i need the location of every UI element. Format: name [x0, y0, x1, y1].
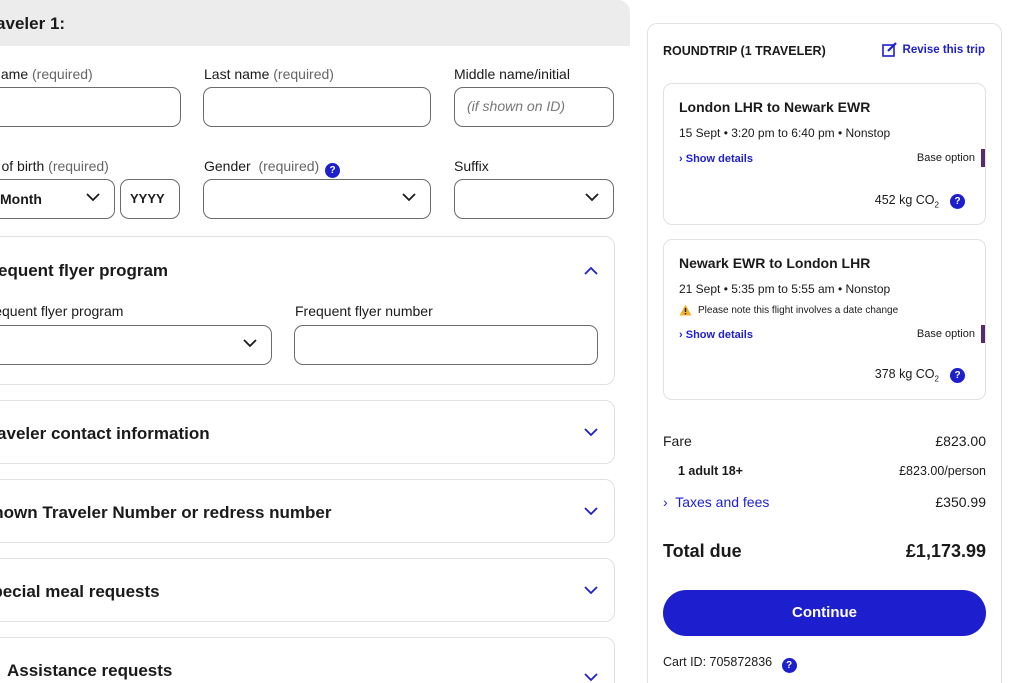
frequent-flyer-card: Frequent flyer program Frequent flyer pr… [0, 236, 615, 385]
edit-icon [881, 42, 897, 57]
frequent-flyer-number-input[interactable] [294, 325, 598, 365]
cart-id: Cart ID: 705872836 ? [663, 655, 797, 673]
first-name-input[interactable] [0, 87, 181, 127]
frequent-flyer-title[interactable]: Frequent flyer program [0, 261, 168, 281]
gender-select[interactable] [203, 179, 431, 219]
chevron-right-icon: › [663, 494, 668, 510]
month-select[interactable]: Month [0, 179, 115, 219]
show-details-link[interactable]: › Show details [679, 329, 753, 341]
help-icon[interactable]: ? [950, 193, 965, 209]
show-details-link[interactable]: › Show details [679, 153, 753, 165]
chevron-down-icon [584, 673, 598, 682]
last-name-label: Last name (required) [204, 66, 334, 82]
section-title: Known Traveler Number or redress number [0, 503, 332, 522]
first-name-label: First name (required) [0, 66, 93, 82]
assistance-section[interactable]: Assistance requests [0, 637, 615, 683]
middle-name-placeholder: (if shown on ID) [467, 98, 566, 114]
special-meal-section[interactable]: Special meal requests [0, 558, 615, 622]
trip-summary-title: ROUNDTRIP (1 TRAVELER) [663, 44, 826, 58]
frequent-flyer-program-label: Frequent flyer program [0, 303, 124, 319]
traveler-heading: Traveler 1: [0, 14, 66, 33]
flight-card-return: Newark EWR to London LHR 21 Sept • 5:35 … [663, 239, 986, 400]
trip-summary: ROUNDTRIP (1 TRAVELER) Revise this trip … [647, 23, 1002, 683]
gender-label: Gender (required) ? [204, 158, 341, 178]
co2-emissions: 378 kg CO2 ? [875, 367, 965, 384]
chevron-right-icon: › [679, 329, 683, 341]
section-title: Assistance requests [7, 661, 173, 680]
total-value: £1,173.99 [905, 541, 986, 561]
chevron-down-icon [402, 193, 416, 202]
flight-time: 21 Sept • 5:35 pm to 5:55 am • Nonstop [679, 282, 891, 296]
chevron-down-icon [584, 586, 598, 595]
co2-emissions: 452 kg CO2 ? [875, 193, 965, 210]
flight-route: Newark EWR to London LHR [679, 255, 871, 271]
chevron-down-icon [585, 193, 599, 202]
year-value: YYYY [130, 191, 165, 206]
suffix-label: Suffix [454, 158, 489, 174]
help-icon[interactable]: ? [781, 658, 797, 673]
continue-button[interactable]: Continue [663, 590, 986, 636]
help-icon[interactable]: ? [325, 163, 341, 178]
traveler-contact-section[interactable]: Traveler contact information [0, 400, 615, 464]
chevron-down-icon [243, 339, 257, 348]
section-title: Traveler contact information [0, 424, 210, 443]
middle-name-input[interactable]: (if shown on ID) [454, 87, 614, 127]
date-change-warning: Please note this flight involves a date … [679, 304, 898, 316]
chevron-down-icon [584, 428, 598, 437]
revise-trip-link[interactable]: Revise this trip [881, 42, 985, 57]
fare-option-badge: Base option [917, 149, 986, 167]
chevron-right-icon: › [679, 153, 683, 165]
fare-value: £823.00 [935, 433, 986, 449]
warning-icon [679, 304, 692, 316]
dob-label: Date of birth (required) [0, 158, 109, 174]
traveler-header: Traveler 1: [0, 0, 630, 46]
fare-option-badge: Base option [917, 325, 986, 343]
chevron-down-icon [584, 507, 598, 516]
frequent-flyer-number-label: Frequent flyer number [295, 303, 433, 319]
year-input[interactable]: YYYY [120, 179, 180, 219]
traveler-form: Traveler 1: First name (required) Last n… [0, 0, 630, 683]
suffix-select[interactable] [454, 179, 614, 219]
flight-time: 15 Sept • 3:20 pm to 6:40 pm • Nonstop [679, 126, 891, 140]
flight-route: London LHR to Newark EWR [679, 99, 871, 115]
adult-value: £823.00/person [899, 464, 986, 478]
chevron-up-icon[interactable] [584, 266, 598, 275]
known-traveler-section[interactable]: Known Traveler Number or redress number [0, 479, 615, 543]
frequent-flyer-program-select[interactable] [0, 325, 272, 365]
help-icon[interactable]: ? [950, 367, 965, 383]
adult-label: 1 adult 18+ [678, 464, 743, 478]
month-value: Month [0, 191, 42, 207]
middle-name-label: Middle name/initial [454, 66, 570, 82]
flight-card-outbound: London LHR to Newark EWR 15 Sept • 3:20 … [663, 83, 986, 225]
taxes-toggle[interactable]: › Taxes and fees [663, 494, 769, 510]
total-label: Total due [663, 541, 742, 561]
last-name-input[interactable] [203, 87, 431, 127]
fare-label: Fare [663, 433, 692, 449]
chevron-down-icon [86, 193, 100, 202]
section-title: Special meal requests [0, 582, 160, 601]
taxes-value: £350.99 [935, 494, 986, 510]
